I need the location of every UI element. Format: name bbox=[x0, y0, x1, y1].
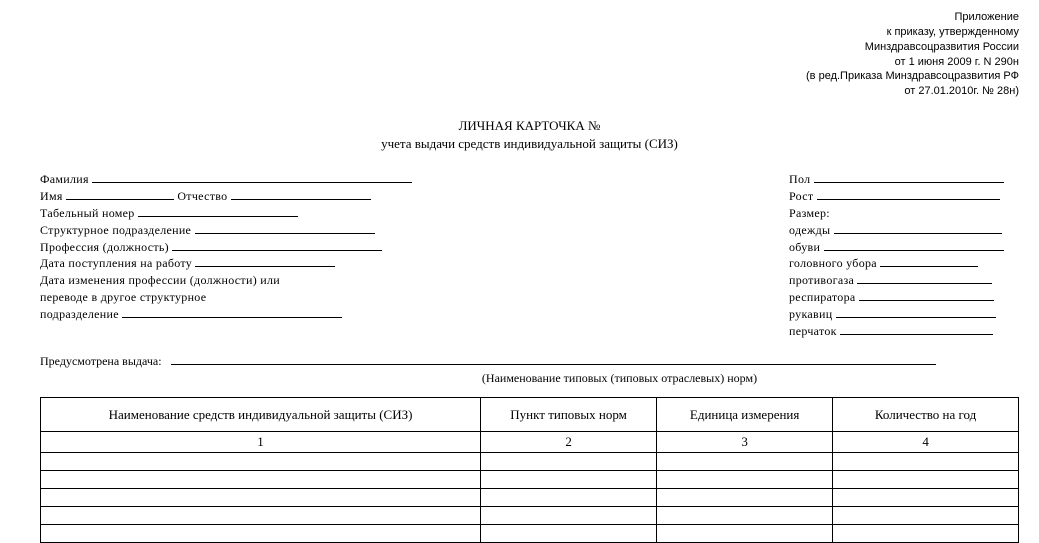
appendix-header: Приложение к приказу, утвержденному Минз… bbox=[40, 10, 1019, 99]
gasmask-field: противогаза bbox=[789, 272, 1019, 289]
surname-field: Фамилия bbox=[40, 171, 470, 188]
shoes-field: обуви bbox=[789, 239, 1019, 256]
th-unit: Единица измерения bbox=[657, 398, 833, 432]
right-column: Пол Рост Размер: одежды обуви головного … bbox=[789, 171, 1019, 339]
title-block: ЛИЧНАЯ КАРТОЧКА № учета выдачи средств и… bbox=[40, 117, 1019, 153]
table-row bbox=[41, 489, 1019, 507]
left-column: Фамилия Имя Отчество Табельный номер Стр… bbox=[40, 171, 470, 339]
table-row bbox=[41, 525, 1019, 543]
profession-blank bbox=[172, 239, 382, 251]
size-label: Размер: bbox=[789, 205, 1019, 222]
dept-field: Структурное подразделение bbox=[40, 222, 470, 239]
appendix-line: от 27.01.2010г. № 28н) bbox=[40, 84, 1019, 99]
colnum-1: 1 bbox=[41, 432, 481, 453]
title-line1: ЛИЧНАЯ КАРТОЧКА № bbox=[40, 117, 1019, 135]
change-line2: переводе в другое структурное bbox=[40, 289, 470, 306]
sex-blank bbox=[814, 171, 1004, 183]
name-field: Имя Отчество bbox=[40, 188, 470, 205]
patronymic-blank bbox=[231, 188, 371, 200]
headwear-field: головного убора bbox=[789, 255, 1019, 272]
provide-caption: (Наименование типовых (типовых отраслевы… bbox=[220, 370, 1019, 387]
respirator-field: респиратора bbox=[789, 289, 1019, 306]
shoes-blank bbox=[824, 239, 1004, 251]
gloves-r-blank bbox=[836, 306, 996, 318]
sex-field: Пол bbox=[789, 171, 1019, 188]
change-blank bbox=[122, 306, 342, 318]
tabno-blank bbox=[138, 205, 298, 217]
change-line3: подразделение bbox=[40, 306, 470, 323]
table-row bbox=[41, 507, 1019, 525]
th-name: Наименование средств индивидуальной защи… bbox=[41, 398, 481, 432]
provide-blank bbox=[171, 353, 936, 365]
th-qty: Количество на год bbox=[833, 398, 1019, 432]
profession-field: Профессия (должность) bbox=[40, 239, 470, 256]
appendix-line: (в ред.Приказа Минздравсоцразвития РФ bbox=[40, 69, 1019, 84]
table-row bbox=[41, 471, 1019, 489]
gasmask-blank bbox=[857, 272, 992, 284]
clothes-field: одежды bbox=[789, 222, 1019, 239]
gloves-p-blank bbox=[840, 323, 993, 335]
name-blank bbox=[66, 188, 174, 200]
appendix-line: к приказу, утвержденному bbox=[40, 25, 1019, 40]
hiredate-blank bbox=[195, 255, 335, 267]
siz-table: Наименование средств индивидуальной защи… bbox=[40, 397, 1019, 543]
colnum-3: 3 bbox=[657, 432, 833, 453]
dept-blank bbox=[195, 222, 375, 234]
provide-row: Предусмотрена выдача: bbox=[40, 353, 1019, 370]
tabno-field: Табельный номер bbox=[40, 205, 470, 222]
colnum-4: 4 bbox=[833, 432, 1019, 453]
provide-label: Предусмотрена выдача: bbox=[40, 354, 162, 368]
surname-blank bbox=[92, 171, 412, 183]
fields-section: Фамилия Имя Отчество Табельный номер Стр… bbox=[40, 171, 1019, 339]
table-number-row: 1 2 3 4 bbox=[41, 432, 1019, 453]
height-blank bbox=[817, 188, 1000, 200]
appendix-line: от 1 июня 2009 г. N 290н bbox=[40, 55, 1019, 70]
appendix-line: Приложение bbox=[40, 10, 1019, 25]
hiredate-field: Дата поступления на работу bbox=[40, 255, 470, 272]
appendix-line: Минздравсоцразвития России bbox=[40, 40, 1019, 55]
respirator-blank bbox=[859, 289, 994, 301]
colnum-2: 2 bbox=[481, 432, 657, 453]
change-line1: Дата изменения профессии (должности) или bbox=[40, 272, 470, 289]
table-header-row: Наименование средств индивидуальной защи… bbox=[41, 398, 1019, 432]
clothes-blank bbox=[834, 222, 1002, 234]
gloves-p-field: перчаток bbox=[789, 323, 1019, 340]
headwear-blank bbox=[880, 255, 978, 267]
height-field: Рост bbox=[789, 188, 1019, 205]
gloves-r-field: рукавиц bbox=[789, 306, 1019, 323]
th-point: Пункт типовых норм bbox=[481, 398, 657, 432]
table-row bbox=[41, 453, 1019, 471]
title-line2: учета выдачи средств индивидуальной защи… bbox=[40, 135, 1019, 153]
